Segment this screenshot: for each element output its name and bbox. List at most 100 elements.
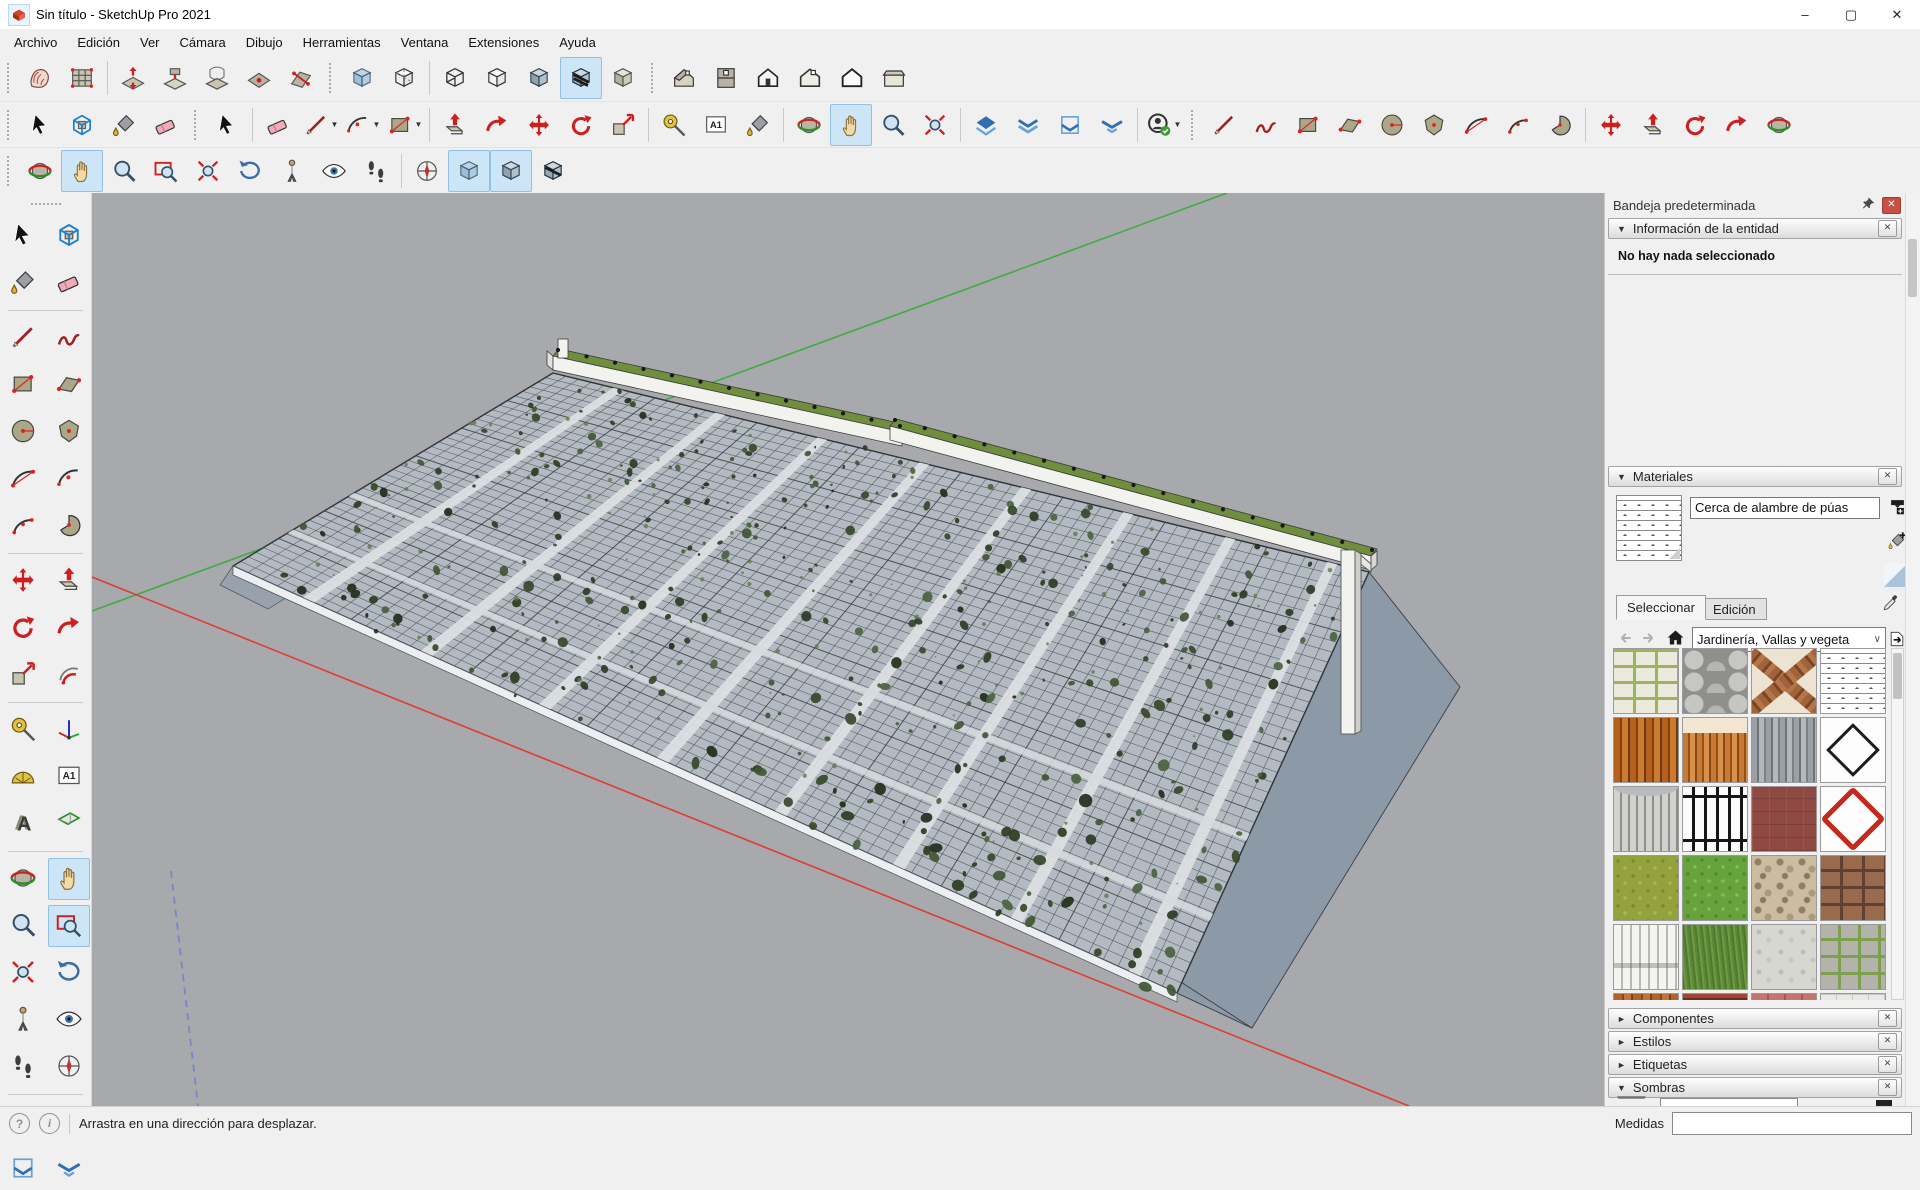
section-header-estilos[interactable]: ► Estilos ✕	[1608, 1031, 1902, 1052]
tool-text[interactable]: A1	[695, 104, 737, 146]
tool-follow[interactable]	[1716, 104, 1758, 146]
tab-seleccionar[interactable]: Seleccionar	[1616, 595, 1706, 620]
tool-cube-xray[interactable]	[341, 57, 383, 99]
expand-icon[interactable]: ▼	[1617, 1083, 1626, 1093]
tool-cube-tex[interactable]	[560, 57, 602, 99]
material-swatch-adoquin-musgo[interactable]	[1820, 924, 1886, 990]
tool-line[interactable]	[2, 317, 44, 359]
tool-cube-mono[interactable]	[602, 57, 644, 99]
menu-herramientas[interactable]: Herramientas	[293, 29, 391, 55]
tool-cube-hidden[interactable]	[476, 57, 518, 99]
menu-edicion[interactable]: Edición	[67, 29, 130, 55]
tool-cube-xray[interactable]	[448, 150, 490, 192]
tool-pushpull[interactable]	[48, 560, 90, 602]
tool-slice1[interactable]	[965, 104, 1007, 146]
tool-poly[interactable]	[1413, 104, 1455, 146]
tool-zoom[interactable]	[103, 150, 145, 192]
section-header-entity-info[interactable]: ▼ Información de la entidad ✕	[1608, 218, 1902, 239]
tool-pan[interactable]	[48, 858, 90, 900]
tool-zoomwin[interactable]	[48, 905, 90, 947]
section-header-componentes[interactable]: ► Componentes ✕	[1608, 1008, 1902, 1029]
material-swatch-valla-estacas-gris[interactable]	[1613, 786, 1679, 852]
tool-free[interactable]	[48, 317, 90, 359]
tool-rect[interactable]	[1287, 104, 1329, 146]
tool-cube-wire[interactable]	[434, 57, 476, 99]
tool-scale[interactable]	[602, 104, 644, 146]
tool-component[interactable]	[61, 104, 103, 146]
tool-select[interactable]	[19, 104, 61, 146]
tool-walk[interactable]	[2, 1046, 44, 1088]
material-swatch-baldosa-blanca[interactable]	[1820, 993, 1886, 1000]
tool-zoomext[interactable]	[2, 952, 44, 994]
model-viewport[interactable]	[92, 193, 1604, 1106]
tool-pushpull[interactable]	[434, 104, 476, 146]
tool-line[interactable]: ▼	[299, 104, 341, 146]
dropdown-arrow-icon[interactable]: ▼	[331, 120, 339, 129]
tool-look[interactable]	[48, 999, 90, 1041]
minimize-button[interactable]: –	[1782, 0, 1828, 29]
tool-drape[interactable]	[196, 57, 238, 99]
tool-slice4[interactable]	[1091, 104, 1133, 146]
material-swatch-pavimento-salmon[interactable]	[1751, 993, 1817, 1000]
tool-smoove[interactable]	[112, 57, 154, 99]
tool-follow[interactable]	[476, 104, 518, 146]
tool-compass[interactable]	[406, 150, 448, 192]
tool-house-right[interactable]	[789, 57, 831, 99]
dropdown-arrow-icon[interactable]: ▼	[373, 120, 381, 129]
section-header-etiquetas[interactable]: ► Etiquetas ✕	[1608, 1054, 1902, 1075]
menu-extensiones[interactable]: Extensiones	[458, 29, 549, 55]
tool-axes[interactable]	[48, 709, 90, 751]
tool-cube-tex2[interactable]	[532, 150, 574, 192]
tool-follow[interactable]	[48, 607, 90, 649]
tool-tape[interactable]	[2, 709, 44, 751]
material-swatch-pavimento-rojo[interactable]	[1751, 786, 1817, 852]
menu-camara[interactable]: Cámara	[170, 29, 236, 55]
sample-paint-eyedropper-icon[interactable]	[1880, 592, 1902, 614]
tool-scale[interactable]	[2, 654, 44, 696]
tool-poscam[interactable]	[271, 150, 313, 192]
tool-rect[interactable]: ▼	[383, 104, 425, 146]
entity-info-close-icon[interactable]: ✕	[1878, 220, 1897, 237]
materials-scrollbar[interactable]	[1891, 648, 1904, 1000]
tool-circle[interactable]	[1371, 104, 1413, 146]
tool-house-back[interactable]	[831, 57, 873, 99]
tool-flip-edge[interactable]	[280, 57, 322, 99]
material-swatch-malla-rombo[interactable]	[1820, 717, 1886, 783]
tool-move[interactable]	[518, 104, 560, 146]
tool-zoom[interactable]	[2, 905, 44, 947]
material-swatch-malla-seguridad-roja[interactable]	[1820, 786, 1886, 852]
tool-orbit[interactable]	[1758, 104, 1800, 146]
tool-tape[interactable]	[653, 104, 695, 146]
tool-poscam[interactable]	[2, 999, 44, 1041]
tool-rect[interactable]	[2, 364, 44, 406]
material-swatch-cerca-alambre-puas[interactable]	[1820, 648, 1886, 714]
expand-icon[interactable]: ▼	[1617, 224, 1626, 234]
tool-eraser[interactable]	[145, 104, 187, 146]
tool-offset[interactable]	[48, 654, 90, 696]
collapse-icon[interactable]: ►	[1617, 1014, 1626, 1024]
tool-zoomext[interactable]	[187, 150, 229, 192]
tool-rotate[interactable]	[2, 607, 44, 649]
material-swatch-valla-madera-naranja[interactable]	[1613, 717, 1679, 783]
material-swatch-pavimento-adoquin-musgo[interactable]	[1613, 648, 1679, 714]
section-header-sombras[interactable]: ▼ Sombras ✕	[1608, 1077, 1902, 1098]
tool-arc2[interactable]	[48, 458, 90, 500]
forward-arrow-icon[interactable]	[1638, 627, 1660, 649]
tool-eraser[interactable]	[48, 262, 90, 304]
tool-orbit[interactable]	[788, 104, 830, 146]
material-swatch-hierba-oscura[interactable]	[1682, 924, 1748, 990]
material-swatch-valla-estacas-blanca[interactable]	[1613, 924, 1679, 990]
menu-dibujo[interactable]: Dibujo	[236, 29, 293, 55]
home-icon[interactable]	[1664, 626, 1686, 648]
material-swatch-hierba-verde[interactable]	[1682, 855, 1748, 921]
pin-icon[interactable]	[1861, 196, 1876, 214]
menu-ventana[interactable]: Ventana	[391, 29, 459, 55]
tool-house-left[interactable]	[873, 57, 915, 99]
tool-paint[interactable]	[737, 104, 779, 146]
tray-close-icon[interactable]: ✕	[1882, 197, 1901, 214]
collapse-icon[interactable]: ►	[1617, 1037, 1626, 1047]
tool-paint[interactable]	[2, 262, 44, 304]
tool-orbit[interactable]	[19, 150, 61, 192]
tool-orbit[interactable]	[2, 858, 44, 900]
close-button[interactable]: ✕	[1874, 0, 1920, 29]
